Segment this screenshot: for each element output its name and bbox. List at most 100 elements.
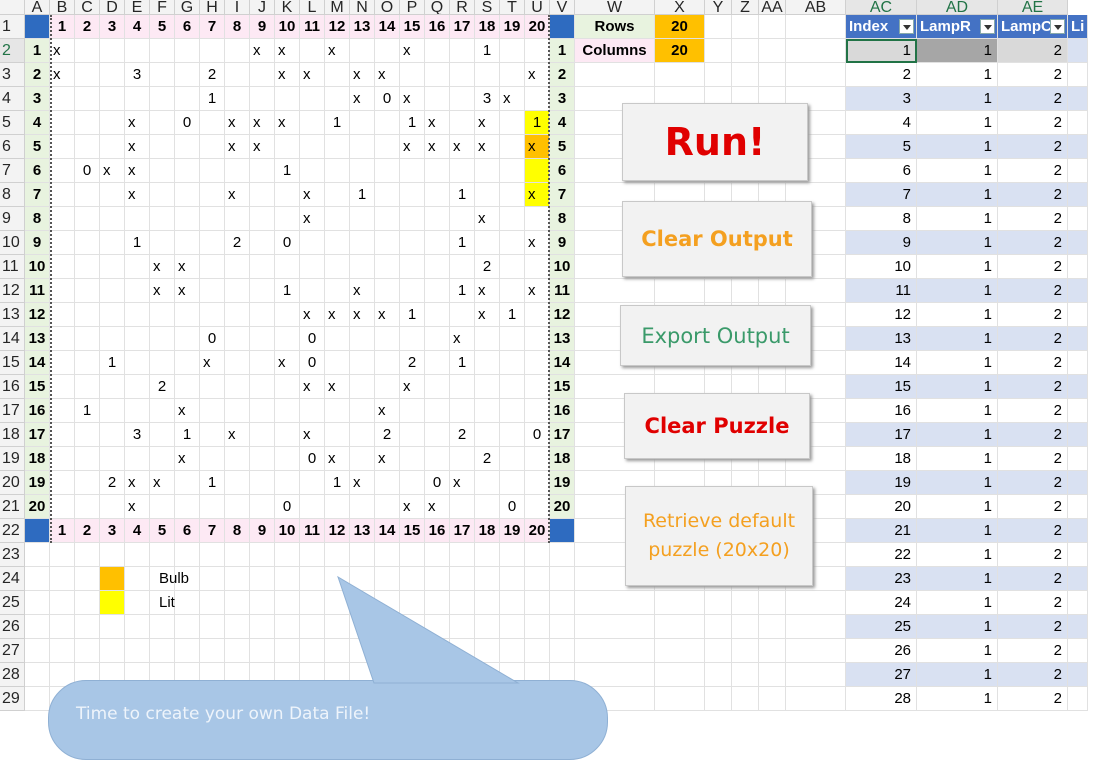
- puzzle-cell[interactable]: [150, 183, 175, 207]
- table-cell[interactable]: [1068, 135, 1088, 159]
- column-header[interactable]: H: [200, 0, 225, 15]
- puzzle-cell[interactable]: x: [375, 447, 400, 471]
- puzzle-cell[interactable]: x: [225, 183, 250, 207]
- table-cell[interactable]: 2: [998, 591, 1068, 615]
- grid-cell[interactable]: [75, 567, 100, 591]
- grid-cell[interactable]: [375, 543, 400, 567]
- filter-dropdown-icon[interactable]: [980, 19, 995, 34]
- puzzle-cell[interactable]: [75, 351, 100, 375]
- column-header[interactable]: X: [655, 0, 705, 15]
- puzzle-cell[interactable]: [350, 447, 375, 471]
- column-header[interactable]: K: [275, 0, 300, 15]
- puzzle-cell[interactable]: [475, 63, 500, 87]
- grid-cell[interactable]: [300, 543, 325, 567]
- puzzle-cell[interactable]: [150, 135, 175, 159]
- puzzle-cell[interactable]: x: [400, 87, 425, 111]
- column-header[interactable]: D: [100, 0, 125, 15]
- table-cell[interactable]: 20: [846, 495, 917, 519]
- puzzle-cell[interactable]: [250, 183, 275, 207]
- puzzle-cell[interactable]: [300, 135, 325, 159]
- puzzle-cell[interactable]: [425, 303, 450, 327]
- grid-cell[interactable]: [732, 591, 759, 615]
- puzzle-cell[interactable]: [350, 327, 375, 351]
- puzzle-cell[interactable]: x: [250, 39, 275, 63]
- column-header[interactable]: AA: [759, 0, 786, 15]
- table-cell[interactable]: 1: [917, 591, 998, 615]
- puzzle-cell[interactable]: [375, 207, 400, 231]
- puzzle-cell[interactable]: [225, 207, 250, 231]
- puzzle-cell[interactable]: x: [250, 111, 275, 135]
- grid-cell[interactable]: [125, 543, 150, 567]
- puzzle-cell[interactable]: [500, 279, 525, 303]
- column-header[interactable]: B: [50, 0, 75, 15]
- table-cell[interactable]: [1068, 663, 1088, 687]
- puzzle-cell[interactable]: [125, 303, 150, 327]
- puzzle-cell[interactable]: [150, 87, 175, 111]
- grid-cell[interactable]: [525, 543, 550, 567]
- column-header[interactable]: E: [125, 0, 150, 15]
- puzzle-cell[interactable]: [200, 423, 225, 447]
- puzzle-cell[interactable]: [100, 375, 125, 399]
- puzzle-cell[interactable]: [325, 279, 350, 303]
- grid-cell[interactable]: [175, 543, 200, 567]
- puzzle-cell[interactable]: [50, 135, 75, 159]
- column-header[interactable]: A: [25, 0, 50, 15]
- puzzle-cell[interactable]: 1: [125, 231, 150, 255]
- retrieve-default-button[interactable]: Retrieve default puzzle (20x20): [625, 486, 813, 586]
- grid-cell[interactable]: [705, 39, 732, 63]
- puzzle-cell[interactable]: 1: [400, 111, 425, 135]
- puzzle-cell[interactable]: [425, 39, 450, 63]
- puzzle-cell[interactable]: [225, 303, 250, 327]
- puzzle-cell[interactable]: [150, 39, 175, 63]
- column-header[interactable]: F: [150, 0, 175, 15]
- puzzle-cell[interactable]: [175, 231, 200, 255]
- puzzle-cell[interactable]: [300, 231, 325, 255]
- column-header[interactable]: C: [75, 0, 100, 15]
- table-cell[interactable]: 1: [917, 351, 998, 375]
- puzzle-cell[interactable]: [375, 159, 400, 183]
- table-cell[interactable]: 2: [998, 255, 1068, 279]
- grid-cell[interactable]: [25, 639, 50, 663]
- run-button[interactable]: Run!: [622, 103, 808, 181]
- puzzle-cell[interactable]: x: [425, 111, 450, 135]
- puzzle-cell[interactable]: [175, 471, 200, 495]
- column-header[interactable]: V: [550, 0, 575, 15]
- table-cell[interactable]: 10: [846, 255, 917, 279]
- grid-cell[interactable]: [175, 639, 200, 663]
- puzzle-cell[interactable]: [200, 447, 225, 471]
- grid-cell[interactable]: [300, 639, 325, 663]
- puzzle-cell[interactable]: [400, 159, 425, 183]
- puzzle-cell[interactable]: [200, 39, 225, 63]
- table-cell[interactable]: 1: [917, 495, 998, 519]
- puzzle-cell[interactable]: [425, 327, 450, 351]
- puzzle-cell[interactable]: x: [300, 207, 325, 231]
- puzzle-cell[interactable]: [375, 231, 400, 255]
- puzzle-cell[interactable]: [75, 375, 100, 399]
- puzzle-cell[interactable]: [375, 183, 400, 207]
- grid-cell[interactable]: [759, 15, 786, 39]
- puzzle-cell[interactable]: x: [375, 63, 400, 87]
- grid-cell[interactable]: [200, 615, 225, 639]
- puzzle-cell[interactable]: 0: [175, 111, 200, 135]
- row-header[interactable]: 14: [0, 327, 25, 351]
- puzzle-cell[interactable]: [125, 39, 150, 63]
- puzzle-cell[interactable]: [225, 447, 250, 471]
- grid-cell[interactable]: [350, 543, 375, 567]
- puzzle-cell[interactable]: [525, 375, 550, 399]
- puzzle-cell[interactable]: [300, 159, 325, 183]
- puzzle-cell[interactable]: x: [175, 255, 200, 279]
- grid-cell[interactable]: [425, 543, 450, 567]
- grid-cell[interactable]: [786, 39, 846, 63]
- table-cell[interactable]: 17: [846, 423, 917, 447]
- puzzle-cell[interactable]: [75, 135, 100, 159]
- puzzle-cell[interactable]: [500, 399, 525, 423]
- table-cell[interactable]: 1: [917, 423, 998, 447]
- puzzle-cell[interactable]: x: [300, 423, 325, 447]
- puzzle-cell[interactable]: 1: [450, 279, 475, 303]
- puzzle-cell[interactable]: [450, 207, 475, 231]
- puzzle-cell[interactable]: [325, 87, 350, 111]
- grid-cell[interactable]: [50, 639, 75, 663]
- table-cell[interactable]: 1: [917, 63, 998, 87]
- grid-cell[interactable]: [25, 567, 50, 591]
- puzzle-cell[interactable]: [150, 423, 175, 447]
